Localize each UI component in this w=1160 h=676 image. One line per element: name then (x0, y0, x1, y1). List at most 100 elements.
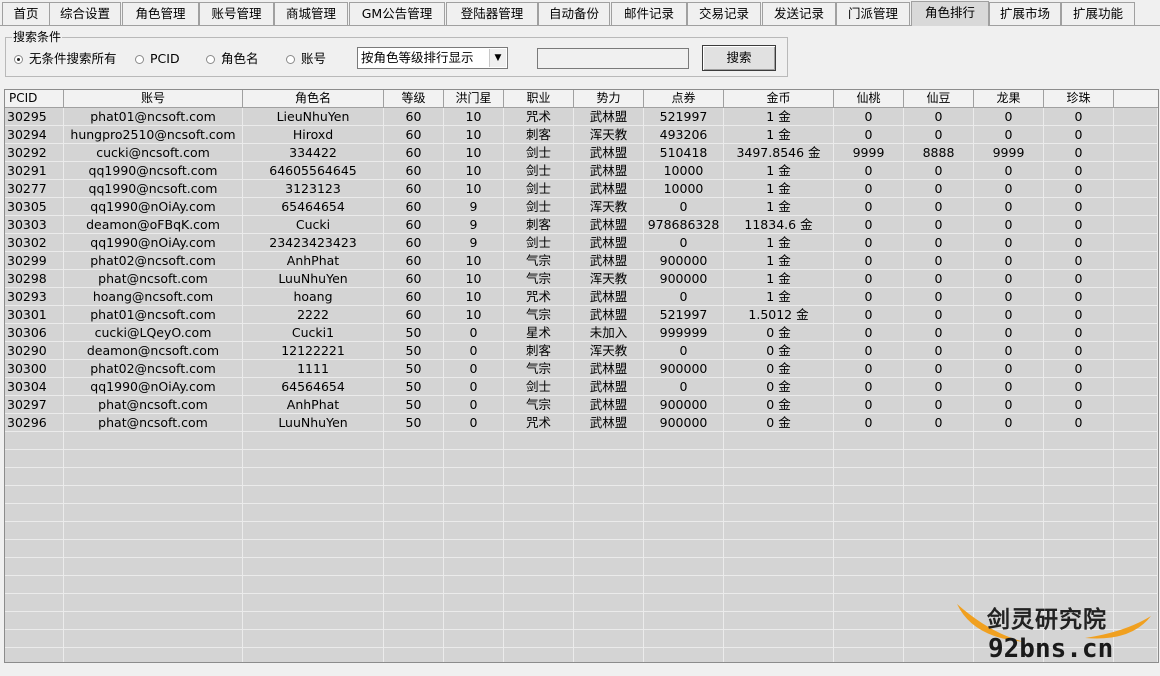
table-cell (5, 630, 64, 648)
search-button[interactable]: 搜索 (702, 45, 776, 71)
empty-row (5, 522, 1158, 540)
table-cell: 0 金 (724, 378, 834, 396)
table-cell: 0 (1044, 342, 1114, 360)
table-row[interactable]: 30299 phat02@ncsoft.com AnhPhat 60 10 气宗 武林盟 90… (5, 252, 1158, 270)
table-row[interactable]: 30298 phat@ncsoft.com LuuNhuYen 60 10 气宗 浑天教 90… (5, 270, 1158, 288)
tab-10[interactable]: 交易记录 (687, 2, 761, 25)
table-row[interactable]: 30303 deamon@oFBqK.com Cucki 60 9 刺客 武林盟 978686… (5, 216, 1158, 234)
table-row[interactable]: 30305 qq1990@nOiAy.com 65464654 60 9 剑士 浑天教 0 1 … (5, 198, 1158, 216)
table-cell: 武林盟 (574, 108, 644, 126)
column-header[interactable]: 账号 (64, 90, 243, 107)
column-header[interactable]: 势力 (574, 90, 644, 107)
table-cell: 0 (974, 180, 1044, 198)
table-cell: 剑士 (504, 198, 574, 216)
table-cell (504, 630, 574, 648)
table-cell: 0 (834, 252, 904, 270)
radio-option-3[interactable]: 角色名 (206, 51, 259, 67)
tab-6[interactable]: GM公告管理 (349, 2, 445, 25)
column-header[interactable]: PCID (5, 90, 64, 107)
radio-dot-icon[interactable] (135, 55, 144, 64)
tab-4[interactable]: 账号管理 (199, 2, 274, 25)
table-cell (834, 432, 904, 450)
column-header[interactable]: 仙桃 (834, 90, 904, 107)
table-cell (243, 450, 384, 468)
table-cell: 0 (834, 216, 904, 234)
radio-dot-icon[interactable] (286, 55, 295, 64)
table-row[interactable]: 30291 qq1990@ncsoft.com 64605564645 60 10 剑士武… (5, 162, 1158, 180)
table-cell (444, 432, 504, 450)
column-header[interactable]: 珍珠 (1044, 90, 1114, 107)
tab-8[interactable]: 自动备份 (538, 2, 610, 25)
table-cell: cucki@LQeyO.com (64, 324, 243, 342)
column-header[interactable]: 角色名 (243, 90, 384, 107)
table-row[interactable]: 30292 cucki@ncsoft.com 334422 60 10 剑士 武林盟 5104… (5, 144, 1158, 162)
table-cell (834, 504, 904, 522)
table-cell: 3497.8546 金 (724, 144, 834, 162)
chevron-down-icon[interactable]: ▼ (489, 49, 506, 67)
tab-2[interactable]: 综合设置 (49, 2, 121, 25)
table-cell: 0 (1044, 306, 1114, 324)
radio-option-1[interactable]: 无条件搜索所有 (14, 51, 117, 67)
table-row[interactable]: 30301 phat01@ncsoft.com 2222 60 10 气宗 武林盟 52199… (5, 306, 1158, 324)
table-cell: 武林盟 (574, 144, 644, 162)
table-row[interactable]: 30306 cucki@LQeyO.com Cucki1 50 0 星术 未加入 999999… (5, 324, 1158, 342)
table-cell (1114, 216, 1158, 234)
table-cell: 剑士 (504, 234, 574, 252)
column-header[interactable]: 点券 (644, 90, 724, 107)
column-header[interactable]: 仙豆 (904, 90, 974, 107)
table-cell: 0 (1044, 144, 1114, 162)
table-row[interactable]: 30290 deamon@ncsoft.com 12122221 50 0 刺客 浑天教 0 0… (5, 342, 1158, 360)
column-header[interactable]: 职业 (504, 90, 574, 107)
table-cell: phat@ncsoft.com (64, 270, 243, 288)
radio-option-4[interactable]: 账号 (286, 51, 326, 67)
tab-1[interactable]: 首页 (2, 2, 50, 25)
column-header[interactable]: 等级 (384, 90, 444, 107)
table-row[interactable]: 30304 qq1990@nOiAy.com 64564654 50 0 剑士 武林盟 0 0 … (5, 378, 1158, 396)
tab-3[interactable]: 角色管理 (122, 2, 199, 25)
column-header[interactable]: 龙果 (974, 90, 1044, 107)
table-cell: 浑天教 (574, 126, 644, 144)
table-row[interactable]: 30295 phat01@ncsoft.com LieuNhuYen 60 10 咒术 武林… (5, 108, 1158, 126)
table-cell (243, 630, 384, 648)
table-row[interactable]: 30302 qq1990@nOiAy.com 23423423423 60 9 剑士 武林盟… (5, 234, 1158, 252)
table-cell (5, 594, 64, 612)
radio-dot-icon[interactable] (206, 55, 215, 64)
table-cell: hungpro2510@ncsoft.com (64, 126, 243, 144)
table-cell (974, 450, 1044, 468)
tab-14[interactable]: 扩展市场 (989, 2, 1061, 25)
search-input[interactable] (537, 48, 689, 69)
table-row[interactable]: 30293 hoang@ncsoft.com hoang 60 10 咒术 武林盟 0 1 金0… (5, 288, 1158, 306)
table-row[interactable]: 30300 phat02@ncsoft.com 1111 50 0 气宗 武林盟 900000… (5, 360, 1158, 378)
table-cell: 0 (1044, 198, 1114, 216)
table-cell: 0 (904, 234, 974, 252)
table-cell (384, 630, 444, 648)
table-cell (574, 576, 644, 594)
tab-7[interactable]: 登陆器管理 (446, 2, 538, 25)
table-cell: 0 (974, 162, 1044, 180)
sort-select[interactable]: 按角色等级排行显示 ▼ (357, 47, 508, 69)
table-cell (724, 486, 834, 504)
tab-11[interactable]: 发送记录 (762, 2, 836, 25)
column-header[interactable]: 洪门星 (444, 90, 504, 107)
tab-5[interactable]: 商城管理 (274, 2, 348, 25)
table-cell: 0 (904, 360, 974, 378)
table-cell (504, 576, 574, 594)
table-cell (834, 540, 904, 558)
table-row[interactable]: 30297 phat@ncsoft.com AnhPhat 50 0 气宗 武林盟 90000… (5, 396, 1158, 414)
table-cell (724, 450, 834, 468)
table-cell (243, 504, 384, 522)
table-cell (1044, 468, 1114, 486)
tab-12[interactable]: 门派管理 (836, 2, 910, 25)
table-cell (904, 432, 974, 450)
radio-dot-icon[interactable] (14, 55, 23, 64)
table-row[interactable]: 30294 hungpro2510@ncsoft.com Hiroxd 60 10 刺客浑… (5, 126, 1158, 144)
tab-9[interactable]: 邮件记录 (611, 2, 687, 25)
radio-option-2[interactable]: PCID (135, 51, 180, 67)
column-header[interactable]: 金币 (724, 90, 834, 107)
tab-15[interactable]: 扩展功能 (1061, 2, 1135, 25)
table-row[interactable]: 30296 phat@ncsoft.com LuuNhuYen 50 0 咒术 武林盟 900… (5, 414, 1158, 432)
tab-13[interactable]: 角色排行 (911, 1, 989, 26)
table-cell: LuuNhuYen (243, 414, 384, 432)
table-row[interactable]: 30277 qq1990@ncsoft.com 3123123 60 10 剑士 武林盟 10… (5, 180, 1158, 198)
table-cell (5, 450, 64, 468)
